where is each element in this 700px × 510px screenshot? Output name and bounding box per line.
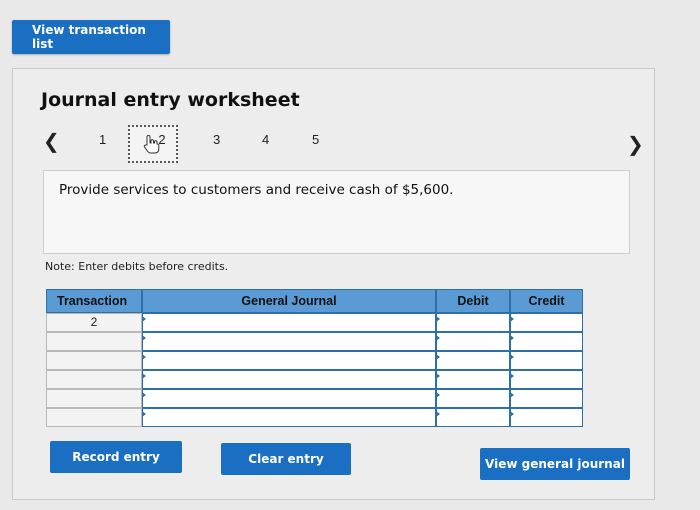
cell-marker-icon <box>142 392 146 398</box>
view-general-journal-button[interactable]: View general journal <box>480 448 630 480</box>
cell-marker-icon <box>436 411 440 417</box>
credit-input[interactable] <box>510 408 583 427</box>
transaction-cell <box>46 408 142 427</box>
table-header: Transaction General Journal Debit Credit <box>46 289 583 313</box>
cell-marker-icon <box>436 316 440 322</box>
table-row: 2 <box>46 313 583 332</box>
step-4[interactable]: 4 <box>262 132 269 147</box>
step-2-active[interactable]: 2 <box>128 125 178 163</box>
table-row <box>46 389 583 408</box>
transaction-description-box: Provide services to customers and receiv… <box>43 170 630 254</box>
account-input[interactable] <box>142 370 436 389</box>
account-input[interactable] <box>142 332 436 351</box>
step-3[interactable]: 3 <box>213 132 220 147</box>
debit-input[interactable] <box>436 408 510 427</box>
transaction-cell: 2 <box>46 313 142 332</box>
debit-input[interactable] <box>436 313 510 332</box>
cell-marker-icon <box>436 354 440 360</box>
journal-entry-panel: Journal entry worksheet ❮ 1 2 3 4 5 ❯ Pr… <box>12 68 655 500</box>
cell-marker-icon <box>142 411 146 417</box>
chevron-right-icon[interactable]: ❯ <box>627 132 644 156</box>
cell-marker-icon <box>142 373 146 379</box>
credit-input[interactable] <box>510 332 583 351</box>
debit-input[interactable] <box>436 351 510 370</box>
cell-marker-icon <box>436 373 440 379</box>
header-credit: Credit <box>510 289 583 313</box>
page-title: Journal entry worksheet <box>41 89 300 111</box>
step-5[interactable]: 5 <box>312 132 319 147</box>
view-transaction-list-button[interactable]: View transaction list <box>12 20 170 54</box>
debit-input[interactable] <box>436 389 510 408</box>
header-transaction: Transaction <box>46 289 142 313</box>
transaction-cell <box>46 389 142 408</box>
credit-input[interactable] <box>510 389 583 408</box>
cell-marker-icon <box>510 354 514 360</box>
table-row <box>46 351 583 370</box>
account-input[interactable] <box>142 313 436 332</box>
cell-marker-icon <box>510 316 514 322</box>
step-2-label: 2 <box>158 131 166 147</box>
transaction-cell <box>46 370 142 389</box>
cell-marker-icon <box>510 411 514 417</box>
chevron-left-icon[interactable]: ❮ <box>43 129 60 153</box>
header-general-journal: General Journal <box>142 289 436 313</box>
account-input[interactable] <box>142 408 436 427</box>
step-1[interactable]: 1 <box>99 132 106 147</box>
credit-input[interactable] <box>510 351 583 370</box>
clear-entry-button[interactable]: Clear entry <box>221 443 351 475</box>
transaction-cell <box>46 351 142 370</box>
cell-marker-icon <box>142 354 146 360</box>
table-row <box>46 332 583 351</box>
table-row <box>46 408 583 427</box>
journal-table: Transaction General Journal Debit Credit… <box>46 289 583 427</box>
transaction-description: Provide services to customers and receiv… <box>59 182 454 198</box>
cell-marker-icon <box>142 335 146 341</box>
account-input[interactable] <box>142 389 436 408</box>
cell-marker-icon <box>510 335 514 341</box>
cell-marker-icon <box>436 335 440 341</box>
record-entry-button[interactable]: Record entry <box>50 441 182 473</box>
cell-marker-icon <box>142 316 146 322</box>
credit-input[interactable] <box>510 313 583 332</box>
cell-marker-icon <box>436 392 440 398</box>
credit-input[interactable] <box>510 370 583 389</box>
debit-input[interactable] <box>436 332 510 351</box>
cell-marker-icon <box>510 373 514 379</box>
entry-note: Note: Enter debits before credits. <box>45 260 229 273</box>
transaction-cell <box>46 332 142 351</box>
debit-input[interactable] <box>436 370 510 389</box>
account-input[interactable] <box>142 351 436 370</box>
table-row <box>46 370 583 389</box>
cell-marker-icon <box>510 392 514 398</box>
header-debit: Debit <box>436 289 510 313</box>
step-navigator: ❮ 1 2 3 4 5 ❯ <box>33 123 644 163</box>
